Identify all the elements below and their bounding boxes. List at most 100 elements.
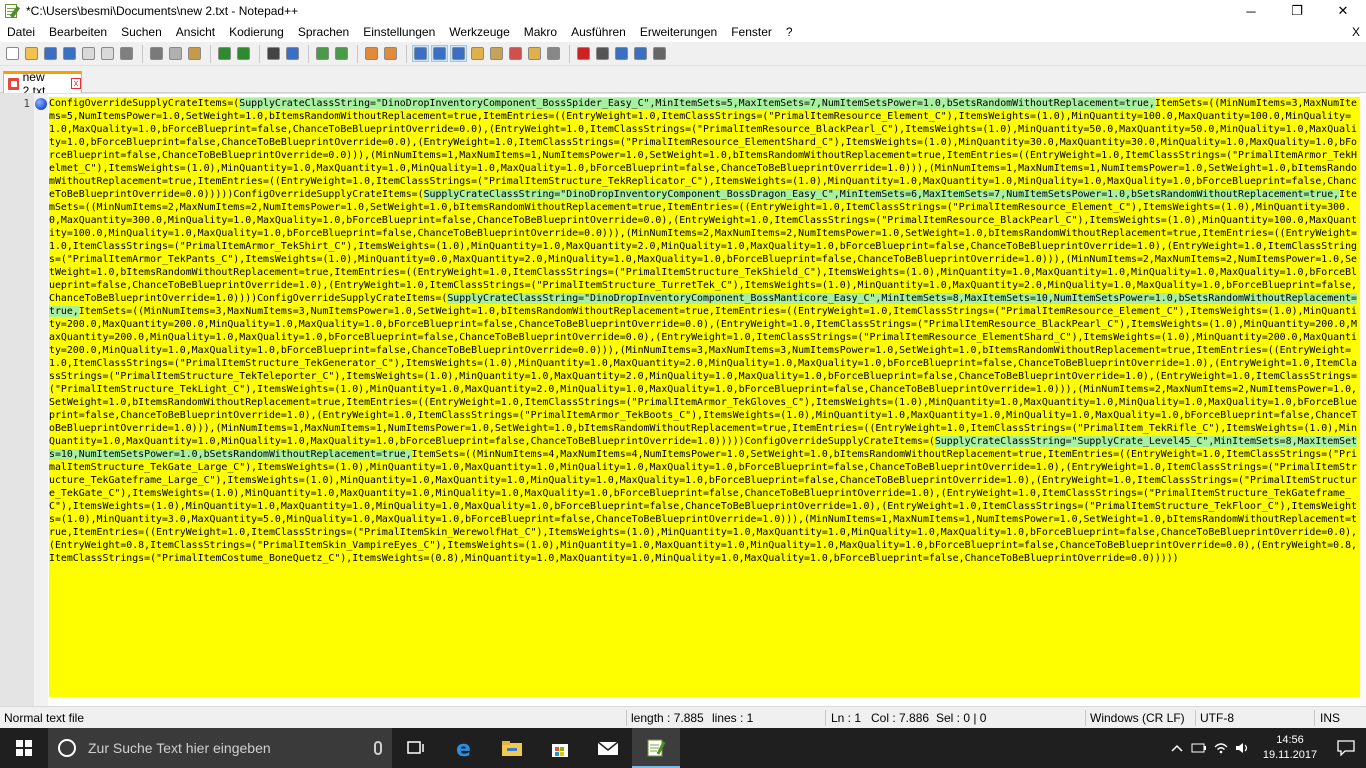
vertical-scrollbar[interactable] [1360, 93, 1366, 706]
windows-logo-icon [16, 740, 32, 756]
close-document-button[interactable]: X [1352, 22, 1360, 42]
zoom-out-button[interactable] [333, 45, 350, 62]
folder-workspace-icon [528, 47, 541, 60]
save-macro-button[interactable] [651, 45, 668, 62]
undo-button[interactable] [216, 45, 233, 62]
mail-button[interactable] [584, 728, 632, 768]
status-eol[interactable]: Windows (CR LF) [1090, 711, 1185, 725]
task-view-button[interactable] [392, 728, 440, 768]
taskbar-search[interactable]: Zur Suche Text hier eingeben [48, 728, 392, 768]
editor[interactable]: 1 ConfigOverrideSupplyCrateItems=(Supply… [0, 93, 1366, 707]
folder-workspace-button[interactable] [526, 45, 543, 62]
run-macro-multiple-button[interactable] [632, 45, 649, 62]
play-macro-icon [615, 47, 628, 60]
menu-suchen[interactable]: Suchen [114, 22, 169, 42]
selection-highlight: SupplyCrateClassString="DinoDropInventor… [423, 189, 1340, 200]
stop-record-button[interactable] [594, 45, 611, 62]
menu-datei[interactable]: Datei [0, 22, 42, 42]
menu-werkzeuge[interactable]: Werkzeuge [442, 22, 516, 42]
text-segment: ConfigOverrideSupplyCrateItems=( [233, 189, 424, 200]
volume-icon[interactable] [1232, 728, 1254, 768]
menu-kodierung[interactable]: Kodierung [222, 22, 291, 42]
line-number: 1 [23, 97, 30, 110]
edge-button[interactable]: e [440, 728, 488, 768]
copy-button[interactable] [167, 45, 184, 62]
close-window-button[interactable]: ✕ [1320, 0, 1366, 22]
monitoring-button[interactable] [545, 45, 562, 62]
status-ln: Ln : 1 [831, 711, 862, 725]
close-all-button[interactable] [99, 45, 116, 62]
paste-button[interactable] [186, 45, 203, 62]
sync-vertical-button[interactable] [363, 45, 380, 62]
record-macro-icon [577, 47, 590, 60]
sync-horizontal-icon [384, 47, 397, 60]
toolbar-separator [569, 44, 570, 63]
record-macro-button[interactable] [575, 45, 592, 62]
play-macro-button[interactable] [613, 45, 630, 62]
clock[interactable]: 14:56 19.11.2017 [1254, 733, 1326, 763]
run-macro-multiple-icon [634, 47, 647, 60]
cut-button[interactable] [148, 45, 165, 62]
notepadpp-taskbar-icon [647, 739, 666, 757]
replace-button[interactable] [284, 45, 301, 62]
find-icon [267, 47, 280, 60]
text-segment: ItemSets=((MinNumItems=4,MaxNumItems=4,N… [49, 449, 1357, 564]
menu-ansicht[interactable]: Ansicht [169, 22, 222, 42]
status-encoding[interactable]: UTF-8 [1200, 711, 1234, 725]
text-segment: ItemSets=((MinNumItems=2,MaxNumItems=2,N… [49, 189, 1357, 304]
open-file-button[interactable] [23, 45, 40, 62]
microphone-icon[interactable] [374, 741, 382, 755]
notification-icon [1337, 740, 1355, 756]
action-center-button[interactable] [1326, 728, 1366, 768]
menu-erweiterungen[interactable]: Erweiterungen [633, 22, 724, 42]
menu-fenster[interactable]: Fenster [724, 22, 779, 42]
start-button[interactable] [0, 728, 48, 768]
sync-vertical-icon [365, 47, 378, 60]
text-segment: ItemSets=((MinNumItems=3,MaxNumItems=3,N… [49, 306, 1357, 447]
udl-button[interactable] [469, 45, 486, 62]
notepadpp-taskbar-button[interactable] [632, 728, 680, 768]
find-button[interactable] [265, 45, 282, 62]
save-button[interactable] [42, 45, 59, 62]
save-all-button[interactable] [61, 45, 78, 62]
wifi-icon[interactable] [1210, 728, 1232, 768]
paste-icon [188, 47, 201, 60]
menu-sprachen[interactable]: Sprachen [291, 22, 356, 42]
print-button[interactable] [118, 45, 135, 62]
text-content[interactable]: ConfigOverrideSupplyCrateItems=(SupplyCr… [49, 97, 1360, 697]
menu-ausfuehren[interactable]: Ausführen [564, 22, 633, 42]
bookmark-margin[interactable] [34, 94, 48, 707]
close-icon [82, 47, 95, 60]
chevron-up-icon[interactable] [1166, 728, 1188, 768]
indent-guide-button[interactable] [450, 45, 467, 62]
maximize-button[interactable]: ❐ [1274, 0, 1320, 22]
system-tray: 14:56 19.11.2017 [1166, 728, 1366, 768]
function-list-button[interactable] [507, 45, 524, 62]
menu-bearbeiten[interactable]: Bearbeiten [42, 22, 114, 42]
line-number-gutter: 1 [0, 94, 34, 707]
save-all-icon [63, 47, 76, 60]
tab-close-icon[interactable]: x [71, 78, 81, 89]
close-button[interactable] [80, 45, 97, 62]
explorer-button[interactable] [488, 728, 536, 768]
tab-new-2-txt[interactable]: new 2.txt x [3, 70, 82, 98]
store-button[interactable] [536, 728, 584, 768]
show-all-chars-button[interactable] [431, 45, 448, 62]
battery-icon[interactable] [1188, 728, 1210, 768]
text-segment: ConfigOverrideSupplyCrateItems=( [49, 98, 240, 109]
menu-einstellungen[interactable]: Einstellungen [356, 22, 442, 42]
zoom-in-button[interactable] [314, 45, 331, 62]
sync-horizontal-button[interactable] [382, 45, 399, 62]
menu-makro[interactable]: Makro [517, 22, 564, 42]
toolbar-separator [210, 44, 211, 63]
text-segment: ConfigOverrideSupplyCrateItems=( [257, 293, 448, 304]
word-wrap-button[interactable] [412, 45, 429, 62]
new-file-button[interactable] [4, 45, 21, 62]
status-mode[interactable]: INS [1320, 711, 1340, 725]
edge-icon: e [456, 737, 471, 759]
menu-help[interactable]: ? [779, 22, 800, 42]
doc-map-button[interactable] [488, 45, 505, 62]
redo-button[interactable] [235, 45, 252, 62]
bookmark-icon[interactable] [35, 98, 47, 110]
minimize-button[interactable]: ─ [1228, 0, 1274, 22]
